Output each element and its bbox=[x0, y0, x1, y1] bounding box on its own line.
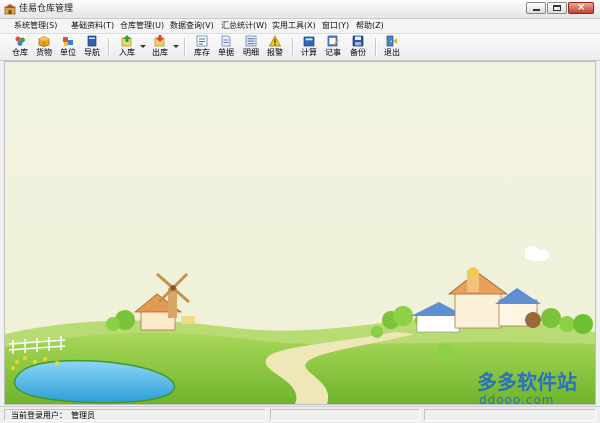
menu-tools[interactable]: 实用工具(X) bbox=[272, 20, 316, 32]
toolbar-label: 出库 bbox=[152, 48, 168, 57]
backup-disk-icon bbox=[352, 35, 364, 47]
status-pane-3 bbox=[424, 409, 596, 421]
watermark-text: 多多软件站 bbox=[477, 370, 577, 394]
landscape-background-image bbox=[5, 62, 595, 404]
app-window: 佳易仓库管理 × 系统管理(S) 基础资料(T) 仓库管理(U) 数据查询(V)… bbox=[0, 0, 600, 423]
status-pane-2 bbox=[270, 409, 420, 421]
toolbar-separator bbox=[108, 38, 110, 56]
toolbar-warehouse-button[interactable]: 仓库 bbox=[9, 35, 31, 59]
menu-statistics[interactable]: 汇总统计(W) bbox=[221, 20, 267, 32]
title-bar[interactable]: 佳易仓库管理 × bbox=[0, 0, 600, 19]
document-icon bbox=[221, 35, 231, 47]
toolbar-detail-button[interactable]: 明细 bbox=[240, 35, 262, 59]
toolbar-calculator-button[interactable]: 计算 bbox=[298, 35, 320, 59]
toolbar-label: 备份 bbox=[350, 48, 366, 57]
detail-list-icon bbox=[245, 35, 257, 47]
toolbar-unit-button[interactable]: 单位 bbox=[57, 35, 79, 59]
calculator-icon bbox=[303, 36, 315, 47]
maximize-icon bbox=[553, 5, 561, 11]
goods-box-icon bbox=[38, 36, 50, 47]
toolbar-label: 入库 bbox=[119, 48, 135, 57]
status-pane-user: 当前登录用户： 管理员 bbox=[4, 409, 266, 421]
toolbar-document-button[interactable]: 单据 bbox=[215, 35, 237, 59]
watermark-url: ddooo.com bbox=[479, 393, 555, 405]
toolbar-stock-out-button[interactable]: 出库 bbox=[149, 35, 171, 59]
minimize-button[interactable] bbox=[526, 2, 546, 14]
maximize-button[interactable] bbox=[547, 2, 567, 14]
status-user-value: 管理员 bbox=[71, 411, 95, 420]
toolbar-label: 报警 bbox=[267, 48, 283, 57]
inventory-icon bbox=[196, 35, 208, 47]
close-button[interactable]: × bbox=[568, 2, 594, 14]
toolbar-alarm-button[interactable]: 报警 bbox=[264, 35, 286, 59]
app-icon bbox=[4, 4, 16, 15]
alarm-warning-icon bbox=[269, 35, 281, 47]
stock-out-dropdown-chevron-down-icon[interactable] bbox=[173, 44, 179, 50]
toolbar-goods-button[interactable]: 货物 bbox=[33, 35, 55, 59]
toolbar: 仓库 货物 单位 导航 入库 出库 库存 单据 明细 报警 计算 记事 备份 退… bbox=[0, 34, 600, 61]
notes-icon bbox=[327, 35, 339, 47]
mdi-client-area[interactable]: 多多软件站 ddooo.com bbox=[4, 61, 596, 405]
toolbar-inventory-button[interactable]: 库存 bbox=[191, 35, 213, 59]
menu-warehouse[interactable]: 仓库管理(U) bbox=[120, 20, 164, 32]
toolbar-notes-button[interactable]: 记事 bbox=[322, 35, 344, 59]
navigation-book-icon bbox=[87, 35, 97, 47]
menu-query[interactable]: 数据查询(V) bbox=[170, 20, 214, 32]
window-controls: × bbox=[525, 2, 594, 15]
toolbar-separator bbox=[184, 38, 186, 56]
menu-basic-data[interactable]: 基础资料(T) bbox=[71, 20, 114, 32]
menu-help[interactable]: 帮助(Z) bbox=[356, 20, 384, 32]
unit-icon bbox=[63, 37, 73, 46]
window-title: 佳易仓库管理 bbox=[19, 4, 74, 14]
close-icon: × bbox=[577, 2, 586, 13]
warehouse-icon bbox=[15, 36, 25, 46]
toolbar-label: 退出 bbox=[384, 48, 400, 57]
menu-bar: 系统管理(S) 基础资料(T) 仓库管理(U) 数据查询(V) 汇总统计(W) … bbox=[0, 19, 600, 34]
menu-window[interactable]: 窗口(Y) bbox=[322, 20, 349, 32]
status-user-label: 当前登录用户： bbox=[11, 411, 67, 420]
status-bar: 当前登录用户： 管理员 bbox=[0, 406, 600, 423]
toolbar-navigation-button[interactable]: 导航 bbox=[81, 35, 103, 59]
menu-system[interactable]: 系统管理(S) bbox=[14, 20, 57, 32]
toolbar-label: 导航 bbox=[84, 48, 100, 57]
toolbar-backup-button[interactable]: 备份 bbox=[347, 35, 369, 59]
toolbar-stock-in-button[interactable]: 入库 bbox=[116, 35, 138, 59]
stock-out-icon bbox=[154, 35, 165, 47]
stock-in-icon bbox=[121, 35, 132, 47]
minimize-icon bbox=[533, 9, 540, 11]
toolbar-exit-button[interactable]: 退出 bbox=[381, 35, 403, 59]
exit-door-icon bbox=[386, 35, 397, 47]
